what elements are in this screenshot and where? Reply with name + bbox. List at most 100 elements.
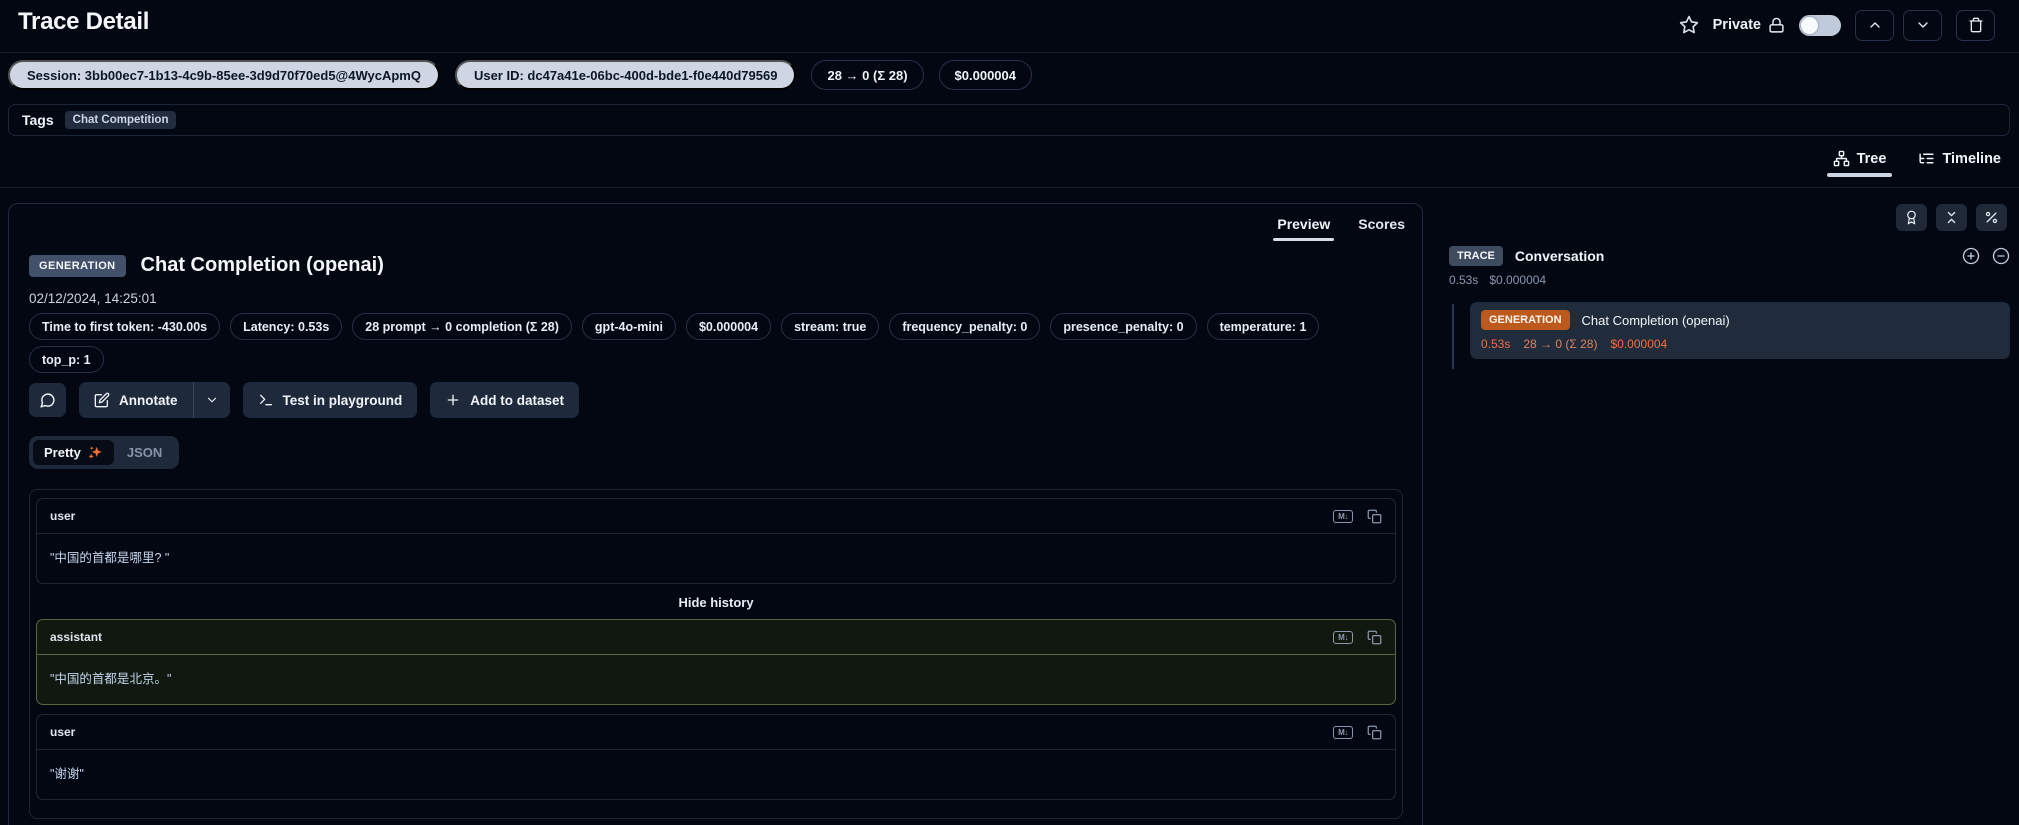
tree-icon xyxy=(1833,150,1850,167)
json-label: JSON xyxy=(127,445,162,460)
observation-title: Chat Completion (openai) xyxy=(141,254,384,277)
trace-root-row[interactable]: TRACE Conversation xyxy=(1449,246,2010,266)
format-json-button[interactable]: JSON xyxy=(114,440,175,465)
timeline-icon xyxy=(1918,150,1935,167)
format-pretty-button[interactable]: Pretty xyxy=(33,440,114,465)
tab-scores-label: Scores xyxy=(1358,216,1405,232)
generation-title: Chat Completion (openai) xyxy=(1582,313,1730,328)
tab-tree[interactable]: Tree xyxy=(1831,150,1889,177)
add-to-dataset-label: Add to dataset xyxy=(470,393,564,408)
award-icon xyxy=(1904,210,1919,225)
expand-all-button[interactable] xyxy=(1962,247,1980,265)
message-card-assistant: assistant M↓ "中国的首都是北京。" xyxy=(36,619,1396,705)
generation-tokens: 28 → 0 (Σ 28) xyxy=(1523,337,1597,351)
fold-vertical-icon xyxy=(1944,210,1959,225)
session-badge[interactable]: Session: 3bb00ec7-1b13-4c9b-85ee-3d9d70f… xyxy=(8,60,440,90)
annotate-button[interactable]: Annotate xyxy=(79,382,193,418)
page-title: Trace Detail xyxy=(18,8,149,36)
edit-square-icon xyxy=(94,392,110,408)
message-card-user-1: user M↓ "中国的首都是哪里? " xyxy=(36,498,1396,584)
test-in-playground-button[interactable]: Test in playground xyxy=(243,382,418,418)
prompt-completion-badge: 28 prompt → 0 completion (Σ 28) xyxy=(352,313,572,340)
stream-badge: stream: true xyxy=(781,313,879,340)
annotate-label: Annotate xyxy=(119,393,178,408)
annotate-split-button: Annotate xyxy=(79,382,230,418)
metric-badges-row-2: top_p: 1 xyxy=(29,346,104,373)
public-toggle[interactable] xyxy=(1799,15,1841,36)
user-id-badge[interactable]: User ID: dc47a41e-06bc-400d-bde1-f0e440d… xyxy=(455,60,797,90)
trace-id-badges: Session: 3bb00ec7-1b13-4c9b-85ee-3d9d70f… xyxy=(8,60,1032,90)
tree-toolbar xyxy=(1896,204,2007,231)
collapse-tree-button[interactable] xyxy=(1992,247,2010,265)
previous-trace-button[interactable] xyxy=(1855,10,1894,41)
temperature-badge: temperature: 1 xyxy=(1207,313,1320,340)
metrics-toggle-button[interactable] xyxy=(1976,204,2007,231)
delete-trace-button[interactable] xyxy=(1956,10,1995,41)
scores-toggle-button[interactable] xyxy=(1896,204,1927,231)
trace-metrics: 0.53s $0.000004 xyxy=(1449,273,2010,287)
cost-badge: $0.000004 xyxy=(686,313,771,340)
format-toggle: Pretty JSON xyxy=(29,436,179,469)
tab-timeline-label: Timeline xyxy=(1942,151,2001,167)
privacy-control: Private xyxy=(1713,17,1785,34)
latency-badge: Latency: 0.53s xyxy=(230,313,342,340)
generation-cost: $0.000004 xyxy=(1610,337,1667,351)
message-header-icons: M↓ xyxy=(1333,725,1382,740)
message-role-label: user xyxy=(50,509,75,523)
collapse-all-button[interactable] xyxy=(1936,204,1967,231)
message-content: "中国的首都是哪里? " xyxy=(37,534,1395,583)
tab-scores[interactable]: Scores xyxy=(1357,216,1406,241)
trash-icon xyxy=(1968,17,1984,33)
model-badge: gpt-4o-mini xyxy=(582,313,676,340)
next-trace-button[interactable] xyxy=(1903,10,1942,41)
copy-icon[interactable] xyxy=(1367,630,1382,645)
tab-preview[interactable]: Preview xyxy=(1276,216,1331,241)
add-to-dataset-button[interactable]: Add to dataset xyxy=(430,382,579,418)
plus-icon xyxy=(445,392,461,408)
copy-icon[interactable] xyxy=(1367,509,1382,524)
star-icon xyxy=(1679,15,1699,35)
tabs-divider xyxy=(0,187,2019,188)
tree-guide-line xyxy=(1452,304,1454,369)
message-content: "谢谢" xyxy=(37,750,1395,799)
toggle-knob xyxy=(1801,17,1818,34)
circle-minus-icon xyxy=(1992,247,2010,265)
tree-node-metrics: 0.53s 28 → 0 (Σ 28) $0.000004 xyxy=(1481,337,1999,351)
observation-preview-panel: Preview Scores GENERATION Chat Completio… xyxy=(8,203,1423,825)
tag-chip[interactable]: Chat Competition xyxy=(65,111,177,129)
generation-type-badge: GENERATION xyxy=(1481,310,1570,330)
bookmark-star-button[interactable] xyxy=(1679,15,1699,35)
trace-type-badge: TRACE xyxy=(1449,246,1503,266)
comment-bubble-icon xyxy=(39,392,56,409)
markdown-toggle-icon[interactable]: M↓ xyxy=(1333,510,1353,523)
header-actions: Private xyxy=(1679,6,1995,44)
observation-actions: Annotate Test in playground Add to datas… xyxy=(29,382,579,418)
active-tab-underline xyxy=(1827,173,1893,177)
observation-timestamp: 02/12/2024, 14:25:01 xyxy=(29,291,157,306)
trace-latency: 0.53s xyxy=(1449,273,1478,287)
presence-penalty-badge: presence_penalty: 0 xyxy=(1050,313,1196,340)
tab-tree-label: Tree xyxy=(1857,151,1887,167)
observation-header: GENERATION Chat Completion (openai) xyxy=(29,254,384,277)
generation-latency: 0.53s xyxy=(1481,337,1510,351)
pretty-label: Pretty xyxy=(44,445,81,460)
tab-timeline[interactable]: Timeline xyxy=(1916,150,2003,177)
annotate-dropdown-button[interactable] xyxy=(194,382,230,418)
frequency-penalty-badge: frequency_penalty: 0 xyxy=(889,313,1040,340)
trace-nav-buttons xyxy=(1855,10,1942,41)
markdown-toggle-icon[interactable]: M↓ xyxy=(1333,631,1353,644)
panel-tabs: Preview Scores xyxy=(1276,216,1406,241)
trace-tree-panel: TRACE Conversation 0.53s $0.000004 GENER… xyxy=(1449,246,2010,359)
tree-node-generation[interactable]: GENERATION Chat Completion (openai) 0.53… xyxy=(1470,302,2010,359)
tree-node-header: GENERATION Chat Completion (openai) xyxy=(1481,310,1999,330)
trace-title: Conversation xyxy=(1515,248,1604,264)
markdown-toggle-icon[interactable]: M↓ xyxy=(1333,726,1353,739)
tab-preview-label: Preview xyxy=(1277,216,1330,232)
copy-icon[interactable] xyxy=(1367,725,1382,740)
top-p-badge: top_p: 1 xyxy=(29,346,104,373)
token-usage-badge: 28 → 0 (Σ 28) xyxy=(811,60,923,90)
hide-history-button[interactable]: Hide history xyxy=(36,587,1396,617)
comments-button[interactable] xyxy=(29,383,66,417)
message-gap xyxy=(36,705,1396,714)
messages-container: user M↓ "中国的首都是哪里? " Hide history assist… xyxy=(29,489,1403,819)
